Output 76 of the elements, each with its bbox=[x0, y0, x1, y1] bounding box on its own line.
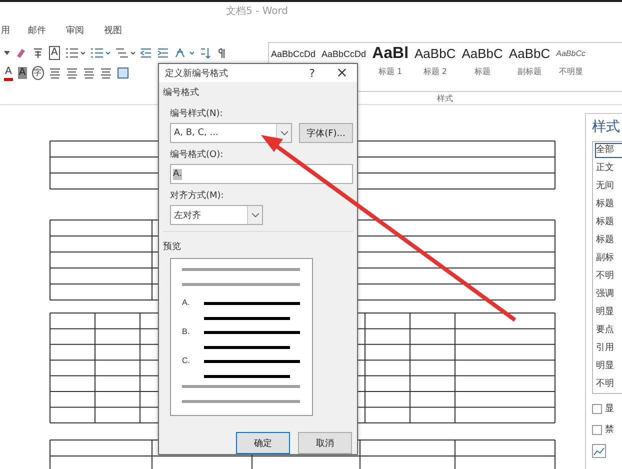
phonetic-guide-icon[interactable] bbox=[32, 47, 44, 59]
pane-title: 样式 bbox=[592, 118, 621, 136]
chevron-down-icon[interactable] bbox=[280, 130, 288, 136]
alignment-dropdown[interactable]: 左对齐 bbox=[170, 205, 263, 225]
character-shading-button[interactable]: A bbox=[18, 67, 27, 79]
numbered-list-icon[interactable] bbox=[90, 47, 110, 59]
style-inspector-icon[interactable] bbox=[592, 444, 606, 458]
option-label: 禁 bbox=[605, 424, 614, 436]
align-icon[interactable] bbox=[100, 67, 112, 79]
ribbon-tab[interactable]: 用 bbox=[0, 21, 18, 39]
option-label: 显 bbox=[605, 402, 614, 415]
style-label: 标题 2 bbox=[423, 66, 447, 77]
group-label: 样式 bbox=[437, 93, 453, 104]
style-list-item[interactable]: 无间 bbox=[596, 180, 622, 193]
asian-layout-icon[interactable] bbox=[174, 47, 194, 59]
style-label: 不明显 bbox=[558, 66, 583, 77]
cancel-button[interactable]: 取消 bbox=[298, 432, 352, 454]
font-color-button[interactable]: A bbox=[4, 66, 13, 80]
style-list-item[interactable]: 强调 bbox=[596, 288, 622, 301]
checkbox[interactable] bbox=[592, 404, 602, 414]
field-label: 对齐方式(M): bbox=[170, 190, 225, 202]
field-label: 编号格式(O): bbox=[170, 148, 224, 161]
style-label: 副标题 bbox=[518, 66, 542, 77]
group-label: 预览 bbox=[163, 240, 182, 253]
chevron-down-icon[interactable] bbox=[252, 212, 258, 218]
style-sample[interactable]: AaBbCcDd bbox=[322, 46, 366, 62]
dialog-title: 定义新编号格式 bbox=[165, 68, 228, 80]
number-style-dropdown[interactable]: A, B, C, ... bbox=[170, 123, 292, 143]
style-list-item[interactable]: 明显 bbox=[596, 360, 622, 373]
style-list-item[interactable]: 副标 bbox=[596, 252, 622, 265]
dropdown-caret-icon[interactable] bbox=[4, 51, 10, 55]
multilevel-list-icon[interactable] bbox=[114, 47, 135, 59]
ribbon-tab[interactable]: 邮件 bbox=[18, 21, 56, 39]
sort-icon[interactable] bbox=[198, 47, 211, 59]
list-number: B. bbox=[182, 326, 191, 336]
align-icon[interactable] bbox=[48, 67, 61, 79]
style-sample[interactable]: AaBbCc bbox=[556, 46, 586, 62]
checkbox[interactable] bbox=[592, 424, 602, 434]
enclosed-character-button[interactable]: 字 bbox=[32, 66, 44, 80]
list-number: C. bbox=[182, 356, 191, 366]
style-list-item[interactable]: 要点 bbox=[596, 324, 622, 337]
align-icon[interactable] bbox=[82, 67, 95, 79]
style-sample[interactable]: AaBbC bbox=[462, 46, 503, 62]
ribbon-tab[interactable]: 审阅 bbox=[56, 21, 94, 39]
style-list-item[interactable]: 标题 bbox=[596, 216, 622, 229]
close-button[interactable]: × bbox=[327, 64, 357, 82]
style-list-item[interactable]: 不明 bbox=[596, 378, 622, 391]
style-list-item[interactable]: 正文 bbox=[596, 162, 622, 175]
help-button[interactable]: ? bbox=[297, 66, 327, 80]
style-list-item[interactable]: 标题 bbox=[596, 234, 622, 247]
list-number: A. bbox=[182, 298, 191, 307]
font-button[interactable]: 字体(F)... bbox=[299, 123, 353, 143]
style-label: 标题 bbox=[474, 66, 490, 77]
align-icon[interactable] bbox=[66, 67, 78, 79]
group-label: 编号格式 bbox=[163, 86, 200, 99]
style-sample[interactable]: AaBbC bbox=[508, 46, 550, 62]
decrease-indent-icon[interactable] bbox=[140, 47, 152, 59]
style-sample[interactable]: AaBl bbox=[372, 46, 409, 62]
style-list-item[interactable]: 不明 bbox=[596, 270, 622, 283]
ok-button[interactable]: 确定 bbox=[236, 432, 290, 454]
field-label: 编号样式(N): bbox=[170, 108, 224, 120]
window-title: 文档5 - Word bbox=[226, 4, 288, 18]
style-list-item[interactable]: 引用 bbox=[596, 342, 622, 355]
ribbon-tab[interactable]: 视图 bbox=[94, 21, 132, 39]
style-list-item[interactable]: 明显 bbox=[596, 306, 622, 319]
number-format-field[interactable]: A. bbox=[170, 164, 353, 184]
style-list-item[interactable]: 全部 bbox=[596, 144, 622, 157]
bullet-list-icon[interactable] bbox=[64, 47, 85, 59]
style-list-item[interactable]: 标题 bbox=[596, 198, 622, 211]
character-border-button[interactable]: A bbox=[49, 46, 60, 60]
eraser-icon[interactable] bbox=[15, 47, 27, 59]
style-sample[interactable]: AaBbC bbox=[414, 46, 456, 62]
increase-indent-icon[interactable] bbox=[156, 47, 169, 59]
distributed-align-icon[interactable] bbox=[116, 67, 129, 79]
style-label: 标题 1 bbox=[378, 66, 402, 77]
style-sample[interactable]: AaBbCcDd bbox=[271, 46, 316, 62]
